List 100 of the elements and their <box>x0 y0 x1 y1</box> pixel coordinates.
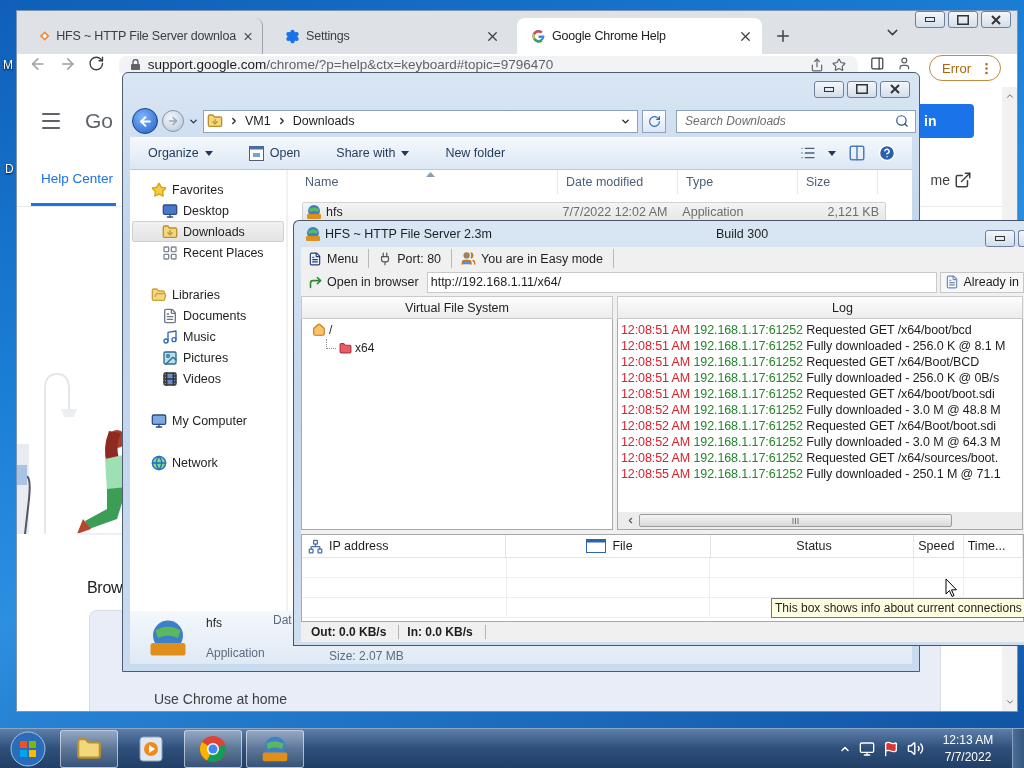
search-field[interactable]: Search Downloads <box>676 109 916 133</box>
nav-item[interactable]: Videos <box>132 368 284 389</box>
column-header[interactable]: IP address <box>302 535 507 557</box>
column-header[interactable]: Speed <box>914 535 964 557</box>
maximize-button[interactable] <box>948 11 978 28</box>
already-in-button[interactable]: Already in <box>940 271 1024 293</box>
toolbar-button[interactable]: You are in Easy mode <box>458 249 614 268</box>
minimize-button[interactable] <box>985 230 1015 247</box>
taskbar-button[interactable] <box>246 729 304 768</box>
minimize-button[interactable] <box>915 11 945 28</box>
monitor-icon <box>162 202 178 219</box>
cursor-icon <box>945 578 958 598</box>
close-icon <box>890 84 900 94</box>
maximize-icon <box>856 84 868 94</box>
network-icon <box>308 538 323 554</box>
log-line: 12:08:51 AM 192.168.1.17:61252 Requested GET /x64/boot/boot.sdi <box>621 386 996 402</box>
scroll-up-icon[interactable] <box>1004 91 1015 101</box>
column-header[interactable]: Time... <box>963 535 1023 557</box>
browser-tab[interactable]: Settings <box>271 18 509 54</box>
new-tab-icon[interactable] <box>774 27 792 45</box>
film-icon <box>162 370 178 387</box>
file-name: hfs <box>326 205 343 219</box>
monitor-icon <box>151 412 167 429</box>
tree-item[interactable]: x64 <box>339 341 375 355</box>
taskbar-button[interactable] <box>60 729 118 768</box>
network-icon[interactable] <box>859 740 875 757</box>
caret-icon <box>401 150 410 156</box>
nav-item[interactable]: Favorites <box>132 179 284 200</box>
minimize-icon <box>824 86 834 92</box>
nav-item[interactable]: My Computer <box>132 410 284 431</box>
nav-item[interactable]: Downloads <box>132 221 284 242</box>
command-button[interactable]: Open <box>242 142 307 164</box>
scrollbar-thumb[interactable] <box>639 514 952 527</box>
close-button[interactable] <box>880 80 910 98</box>
toolbar-button[interactable]: Port: 80 <box>375 249 453 268</box>
breadcrumb-item[interactable]: VM1 <box>245 114 271 128</box>
column-header[interactable]: Status <box>710 535 915 557</box>
star-icon <box>151 181 167 198</box>
column-header[interactable]: Name <box>288 170 558 194</box>
close-button[interactable] <box>981 11 1011 28</box>
share-icon[interactable] <box>809 57 824 72</box>
minimize-button[interactable] <box>814 80 844 98</box>
help-icon[interactable] <box>878 144 896 162</box>
command-button[interactable]: Organize <box>142 143 219 163</box>
link-text[interactable]: me <box>930 172 950 188</box>
image-icon <box>162 349 178 366</box>
breadcrumb-item[interactable]: Downloads <box>292 114 355 128</box>
help-center-tab[interactable]: Help Center <box>31 154 117 206</box>
column-header[interactable]: File <box>506 535 711 557</box>
command-button[interactable]: New folder <box>439 143 512 163</box>
caret-icon[interactable] <box>828 150 836 156</box>
tree-item[interactable]: / <box>312 321 612 339</box>
nav-item[interactable]: Music <box>132 326 284 347</box>
flag-icon[interactable] <box>883 740 899 757</box>
nav-item[interactable]: Network <box>132 452 284 473</box>
volume-icon[interactable] <box>907 740 924 757</box>
url-field[interactable]: http://192.168.1.11/x64/ <box>426 271 938 293</box>
external-link-icon[interactable] <box>954 171 972 189</box>
star-icon[interactable] <box>831 57 846 72</box>
browser-tab[interactable]: Google Chrome Help <box>517 18 762 54</box>
taskbar-button[interactable] <box>184 729 242 768</box>
column-header[interactable]: Type <box>678 170 798 194</box>
nav-item[interactable]: Desktop <box>132 200 284 221</box>
open-in-browser-button[interactable]: Open in browser <box>303 271 424 293</box>
window-title: HFS ~ HTTP File Server 2.3m <box>325 227 493 241</box>
close-icon <box>991 14 1001 25</box>
column-header[interactable]: Size <box>798 170 878 194</box>
view-icon[interactable] <box>800 145 816 161</box>
sign-in-button[interactable]: in <box>918 103 974 138</box>
document-icon <box>162 307 178 324</box>
maximize-button[interactable] <box>847 80 877 98</box>
preview-pane-icon[interactable] <box>848 144 866 162</box>
nav-item[interactable]: Documents <box>132 305 284 326</box>
toolbar-button[interactable]: Menu <box>305 249 370 268</box>
document-icon <box>308 251 322 266</box>
clock[interactable]: 12:13 AM 7/7/2022 <box>932 733 1004 764</box>
browser-logo-icon <box>199 734 227 763</box>
scroll-down-icon[interactable] <box>1004 697 1015 707</box>
side-panel-icon[interactable] <box>869 56 885 71</box>
log-line: 12:08:51 AM 192.168.1.17:61252 Fully downloaded - 256.0 K @ 0B/s <box>621 370 1001 386</box>
profile-icon[interactable] <box>896 56 912 71</box>
show-desktop-button[interactable] <box>1012 728 1024 768</box>
panel-header: Log <box>617 296 1023 319</box>
scroll-left-icon[interactable] <box>626 516 635 525</box>
back-button[interactable] <box>132 108 158 134</box>
horizontal-scrollbar[interactable] <box>618 512 1022 529</box>
file-row[interactable]: hfs 7/7/2022 12:02 AM Application 2,121 KB <box>302 202 886 222</box>
refresh-button[interactable] <box>642 109 666 133</box>
logo-icon <box>531 28 546 44</box>
nav-item[interactable]: Recent Places <box>132 242 284 263</box>
nav-item[interactable]: Pictures <box>132 347 284 368</box>
start-button[interactable] <box>8 729 48 768</box>
desktop-icon-label: M <box>3 58 13 72</box>
command-button[interactable]: Share with <box>330 143 416 163</box>
profile-error-button[interactable]: Error <box>929 55 1001 81</box>
address-field[interactable]: VM1 Downloads <box>203 109 638 133</box>
nav-item[interactable]: Libraries <box>132 284 284 305</box>
column-header[interactable]: Date modified <box>558 170 678 194</box>
reload-icon[interactable] <box>88 55 105 72</box>
log-line: 12:08:51 AM 192.168.1.17:61252 Requested GET /x64/boot/bcd <box>621 322 973 338</box>
